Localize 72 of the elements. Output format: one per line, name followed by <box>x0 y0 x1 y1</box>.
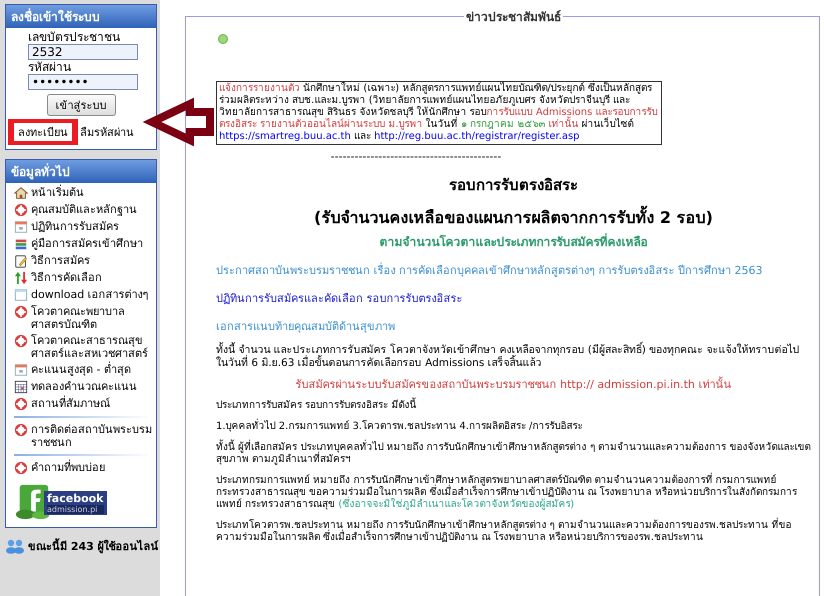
menu-item[interactable]: โควตาคณะพยาบาลศาสตรบัณฑิต <box>14 304 152 333</box>
menu-item-label: คำถามที่พบบ่อย <box>31 461 105 474</box>
menu-item[interactable]: คู่มือการสมัครเข้าศึกษา <box>14 236 152 253</box>
menu-item[interactable]: ทดลองคำนวณคะแนน <box>14 379 152 396</box>
field-label: รหัสผ่าน <box>28 60 72 74</box>
paragraph: ทั้งนี้ ผู้ที่เลือกสมัคร ประเภทบุคคลทั่วไป หมายถึง การรับนักศึกษาเข้าศึกษาหลักสูตรต่าง ๆ ตามจำนวนและความต้องการ ของจังหวัดและเขตสุขภาพ ตามภูมิลำเนาที่สมัครฯ <box>216 442 811 466</box>
menu-item[interactable]: สถานที่สัมภาษณ์ <box>14 396 152 413</box>
menu-item[interactable]: วิธีการสมัคร <box>14 253 152 270</box>
menu-item[interactable]: download เอกสารต่างๆ <box>14 287 152 304</box>
menu-item-label: คะแนนสูงสุด - ต่ำสุด <box>31 363 131 376</box>
grid-calendar-icon <box>14 380 28 394</box>
lifebuoy-icon <box>14 334 28 348</box>
paragraph: ประเภทกรมการแพทย์ หมายถึง การรับนักศึกษาเข้าศึกษาหลักสูตรพยาบาลศาสตร์บัณฑิต ตามจำนวนความต้องการที่ กรมการแพทย์ กระทรวงสาธารณสุข ขอความร่วมมือในการผลิต ซึ่งเมื่อสำเร็จการศึกษาเข้าปฏิบัติงาน ณ โรงพยาบาล หรือหน่วยบริการในสังกัดกรมการแพทย์ กระทรวงสาธารณสุข (ซึ่งอาจจะมิใช่ภูมิลำเนาและโควตาจังหวัดของผู้สมัคร) <box>216 475 811 511</box>
menu-item[interactable]: การติดต่อสถาบันพระบรมราชชนก <box>14 422 152 451</box>
menu-item-label: วิธีการสมัคร <box>31 254 90 267</box>
arrow-annotation <box>142 98 214 146</box>
field-label: เลขบัตรประชาชน <box>28 30 121 44</box>
banner-subtitle: admission.pi <box>47 505 104 514</box>
paragraph: ประเภทการรับสมัคร รอบการรับตรงอิสระ มีดังนี้ <box>216 400 811 412</box>
tagline: ตามจำนวนโควตาและประเภทการรับสมัครที่คงเหลือ <box>378 232 648 251</box>
forgot-password-link[interactable]: ลืมรหัสผ่าน <box>80 123 134 141</box>
books-icon <box>14 237 28 251</box>
house-icon <box>14 186 28 200</box>
paragraph: ทั้งนี้ จำนวน และประเภทการรับสมัคร โควตาจังหวัดเข้าศึกษา คงเหลือจากทุกรอบ (มีผู้สละสิทธิ์) ของทุกคณะ จะแจ้งให้ทราบต่อไปในวันที่ 6 มิ.ย.63 เมื่อขั้นตอนการคัดเลือกรอบ Admissions เสร็จสิ้นแล้ว <box>216 344 811 370</box>
lifebuoy-icon <box>14 203 28 217</box>
facebook-banner[interactable]: facebook admission.pi <box>14 483 114 521</box>
menu-item-label: โควตาคณะสาธารณสุขศาสตร์และสหเวชศาสตร์ <box>31 334 149 360</box>
menu-item-label: สถานที่สัมภาษณ์ <box>31 397 110 410</box>
window-icon <box>14 288 28 302</box>
password-field[interactable]: •••••••• <box>28 74 138 90</box>
news-legend: ข่าวประชาสัมพันธ์ <box>464 7 563 26</box>
menu-item[interactable]: คุณสมบัติและหลักฐาน <box>14 202 152 219</box>
menu-item[interactable]: หน้าเริ่มต้น <box>14 185 152 202</box>
menu-item-label: ปฏิทินการรับสมัคร <box>31 220 119 233</box>
paragraph: 1.บุคคลทั่วไป 2.กรมการแพทย์ 3.โควตารพ.ชลประทาน 4.การผลิตอิสระ /การรับอิสระ <box>216 421 811 433</box>
calendar-icon <box>14 220 28 234</box>
up-down-arrows-icon <box>14 271 28 285</box>
menu-item-label: คู่มือการสมัครเข้าศึกษา <box>31 237 143 250</box>
banner-title: facebook <box>47 492 104 505</box>
register-link[interactable]: ลงทะเบียน <box>8 119 78 145</box>
bullet-icon <box>218 34 228 44</box>
menu-item-label: การติดต่อสถาบันพระบรมราชชนก <box>31 423 152 449</box>
users-icon <box>5 538 25 554</box>
panel-header: ลงชื่อเข้าใช้ระบบ <box>6 5 156 28</box>
subheading: (รับจำนวนคงเหลือของแผนการผลิตจากการรับทั้ง 2 รอบ) <box>216 205 811 230</box>
menu-item[interactable]: คำถามที่พบบ่อย <box>14 460 152 477</box>
panel-header: ข้อมูลทั่วไป <box>6 160 156 183</box>
menu-item-label: คุณสมบัติและหลักฐาน <box>31 203 137 216</box>
menu-item-label: หน้าเริ่มต้น <box>31 186 84 199</box>
menu-item-label: โควตาคณะพยาบาลศาสตรบัณฑิต <box>31 305 126 331</box>
lifebuoy-icon <box>14 305 28 319</box>
menu-item-label: ทดลองคำนวณคะแนน <box>31 380 137 393</box>
paragraph: ประเภทโควตารพ.ชลประทาน หมายถึง การรับนักศึกษาเข้าศึกษาหลักสูตรต่าง ๆ ตามจำนวนและความต้องการของรพ.ชลประทาน ที่ขอความร่วมมือในการผลิต ซึ่งเมื่อสำเร็จการศึกษาเข้าปฏิบัติงาน ณ โรงพยาบาล หรือหน่วยบริการของรพ.ชลประทาน <box>216 520 811 544</box>
menu-item-label: วิธีการคัดเลือก <box>31 271 102 284</box>
id-input-field[interactable]: 2532 <box>28 44 138 60</box>
separator-dashes: ------------------------------------------- <box>330 150 502 163</box>
notepad-pencil-icon <box>14 254 28 268</box>
document-link[interactable]: ปฏิทินการรับสมัครและคัดเลือก รอบการรับตรงอิสระ <box>216 289 811 307</box>
calendar-icon <box>14 363 28 377</box>
menu-item[interactable]: วิธีการคัดเลือก <box>14 270 152 287</box>
lifebuoy-icon <box>14 397 28 411</box>
login-button[interactable]: เข้าสู่ระบบ <box>46 94 116 116</box>
menu-item[interactable]: โควตาคณะสาธารณสุขศาสตร์และสหเวชศาสตร์ <box>14 333 152 362</box>
heading: รอบการรับตรงอิสระ <box>448 175 579 196</box>
paragraph: รับสมัครผ่านระบบรับสมัครของสถาบันพระบรมราชชนก http:// admission.pi.in.th เท่านั้น <box>294 379 732 391</box>
menu-item[interactable]: ปฏิทินการรับสมัคร <box>14 219 152 236</box>
online-users-count: ขณะนี้มี 243 ผู้ใช้ออนไลน์ <box>28 537 159 555</box>
menu-item[interactable]: คะแนนสูงสุด - ต่ำสุด <box>14 362 152 379</box>
lifebuoy-icon <box>14 423 28 437</box>
notice-text: แจ้งการรายงานตัว นักศึกษาใหม่ (เฉพาะ) หลักสูตรการแพทย์แผนไทยบัณฑิต/ประยุกต์ ซึ่งเป็นหลักสูตรร่วมผลิตระหว่าง สบช.และม.บูรพา (วิทยาลัยการแพทย์แผนไทยอภัยภูเบศร จังหวัดปราจีนบุรี และวิทยาลัยการสาธารณสุข สิรินธร จังหวัดชลบุรี ให้นักศึกษา รอบการรับแบบ Admissions และรอบการรับตรงอิสระ รายงานตัวออนไลน์ผ่านระบบ ม.บูรพา ในวันที่ ๑ กรกฎาคม ๒๕๖๓ เท่านั้น ผ่านเว็บไซต์ https://smartreg.buu.ac.th และ http://reg.buu.ac.th/registrar/register.asp <box>216 81 662 145</box>
menu-item-label: download เอกสารต่างๆ <box>31 288 149 301</box>
lifebuoy-icon <box>14 461 28 475</box>
